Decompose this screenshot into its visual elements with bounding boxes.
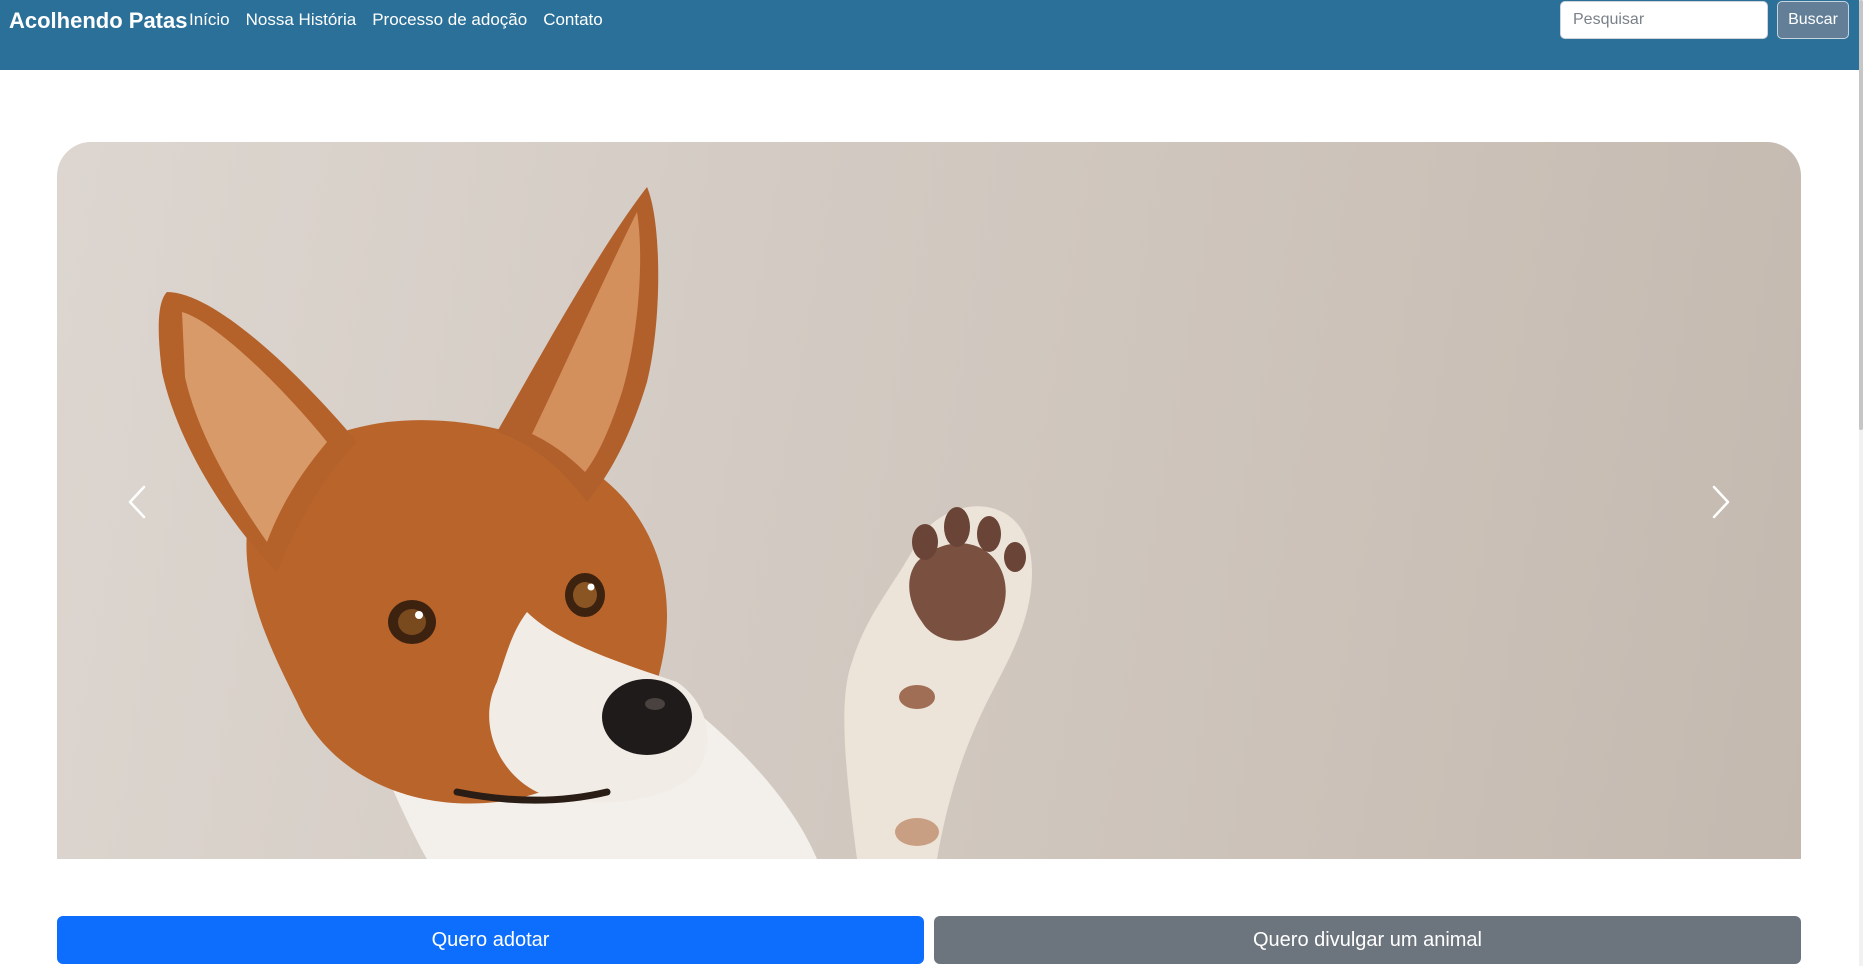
carousel-next-button[interactable] xyxy=(1661,462,1781,542)
nav-link-contato[interactable]: Contato xyxy=(543,10,603,30)
publish-animal-button[interactable]: Quero divulgar um animal xyxy=(934,916,1801,964)
search-form: Buscar xyxy=(1560,1,1849,39)
nav-link-inicio[interactable]: Início xyxy=(189,10,230,30)
search-button[interactable]: Buscar xyxy=(1777,1,1849,39)
nav-links: Início Nossa História Processo de adoção… xyxy=(189,10,603,30)
search-input[interactable] xyxy=(1560,1,1768,39)
dog-nose xyxy=(602,679,692,755)
hero-carousel xyxy=(57,142,1801,859)
dog-waving-paw-image xyxy=(158,187,1032,859)
nav-link-nossa-historia[interactable]: Nossa História xyxy=(246,10,357,30)
nav-link-processo-adocao[interactable]: Processo de adoção xyxy=(372,10,527,30)
chevron-left-icon xyxy=(128,485,146,519)
page-scrollbar-thumb[interactable] xyxy=(1859,0,1863,430)
page-scrollbar[interactable] xyxy=(1859,0,1863,966)
chevron-right-icon xyxy=(1712,485,1730,519)
carousel-prev-button[interactable] xyxy=(77,462,197,542)
top-navbar: Acolhendo Patas Início Nossa História Pr… xyxy=(0,0,1863,70)
adopt-button[interactable]: Quero adotar xyxy=(57,916,924,964)
brand-logo-link[interactable]: Acolhendo Patas xyxy=(9,8,187,34)
